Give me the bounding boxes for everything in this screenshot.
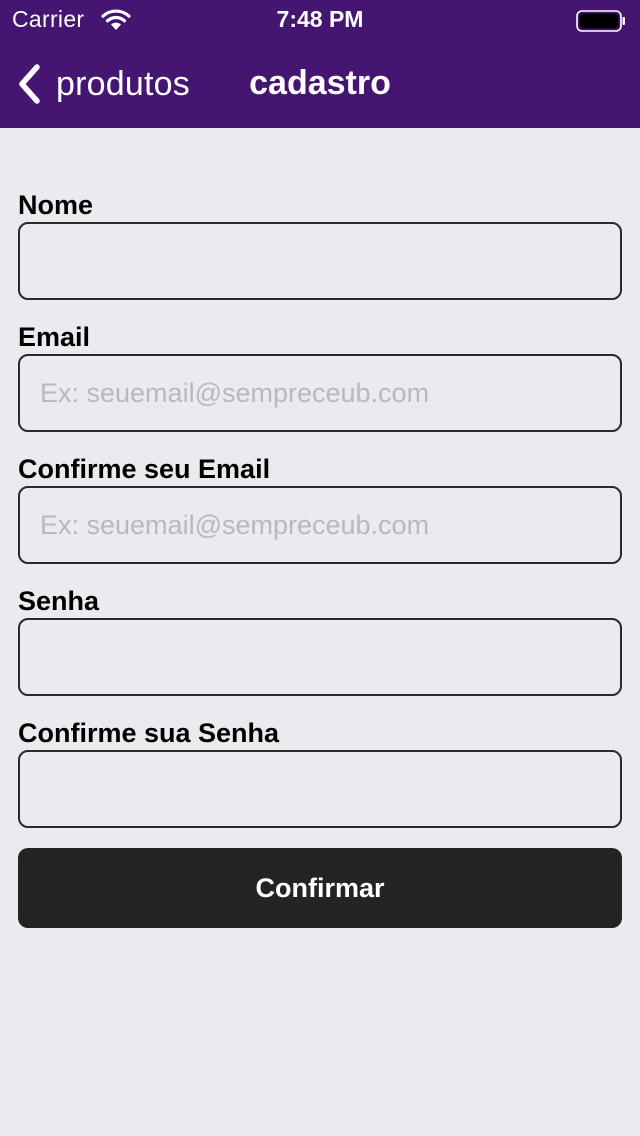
confirm-password-label: Confirme sua Senha <box>18 718 280 748</box>
battery-full-icon <box>576 10 625 32</box>
email-label: Email <box>18 322 91 352</box>
name-label: Nome <box>18 190 94 220</box>
page-title: cadastro <box>249 64 391 102</box>
email-input[interactable] <box>18 354 622 432</box>
name-input[interactable] <box>18 222 622 300</box>
confirm-email-input[interactable] <box>18 486 622 564</box>
top-bar: Carrier 7:48 PM produtos cadastro <box>0 0 640 128</box>
registration-form: Nome Email Confirme seu Email Senha Conf… <box>18 188 622 848</box>
password-input[interactable] <box>18 618 622 696</box>
status-bar: Carrier 7:48 PM <box>0 0 640 40</box>
confirm-password-input[interactable] <box>18 750 622 828</box>
status-time: 7:48 PM <box>276 6 364 32</box>
password-label: Senha <box>18 586 100 616</box>
confirm-email-label: Confirme seu Email <box>18 454 271 484</box>
confirm-button[interactable]: Confirmar <box>18 848 622 928</box>
navigation-bar: produtos cadastro <box>0 40 640 128</box>
